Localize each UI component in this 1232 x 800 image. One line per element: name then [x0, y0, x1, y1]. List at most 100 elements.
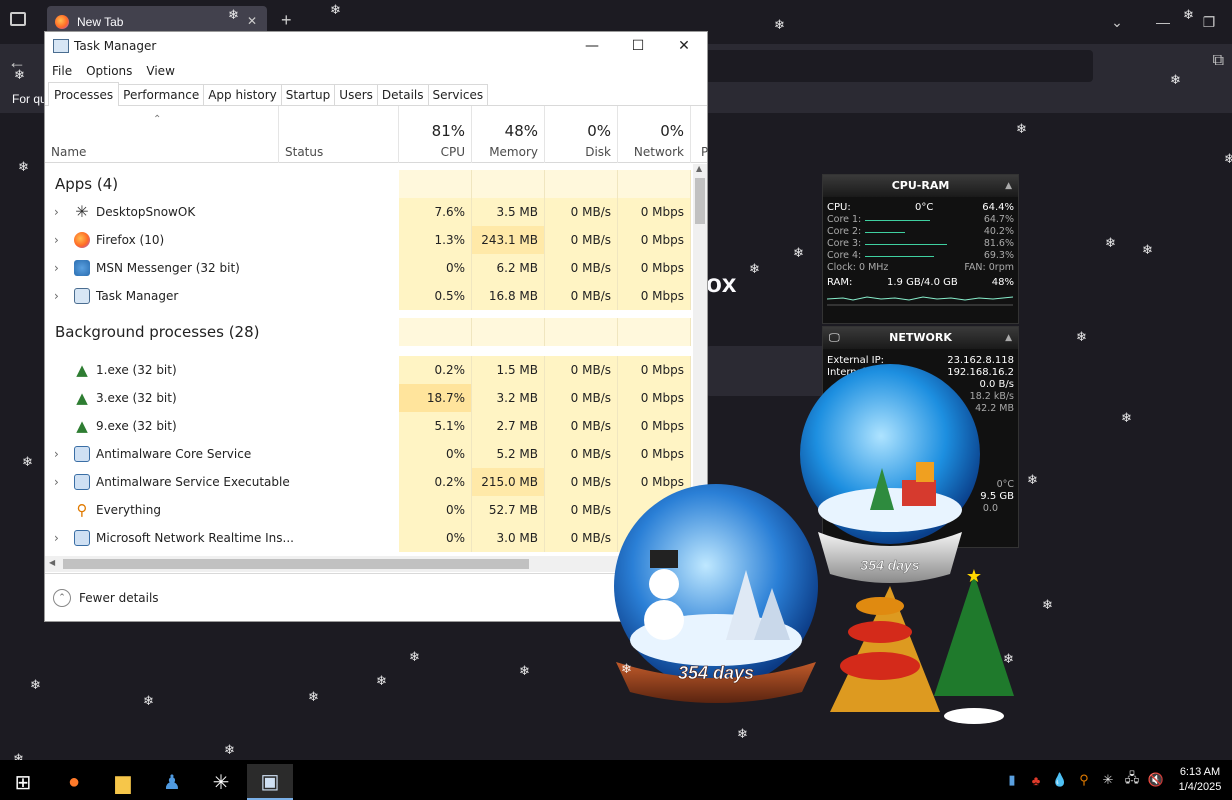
tab-details[interactable]: Details — [376, 84, 429, 105]
ram-value: 1.9 GB/4.0 GB — [887, 277, 958, 288]
process-row[interactable]: 0.2% 215.0 MB 0 MB/s 0 Mbps › Antimalware Ser… — [45, 468, 693, 496]
column-memory[interactable]: 48% Memory — [472, 106, 545, 163]
collapse-icon[interactable]: ▲ — [1005, 175, 1012, 197]
column-network[interactable]: 0% Network — [618, 106, 691, 163]
tray-santa-icon[interactable]: ♣ — [1024, 773, 1048, 788]
firefox-icon — [74, 232, 90, 248]
process-disk-cell: 0 MB/s — [545, 226, 618, 254]
extensions-icon[interactable]: ⧉ — [1213, 52, 1224, 70]
process-mem-cell: 3.0 MB — [472, 524, 545, 552]
tab-services[interactable]: Services — [427, 84, 489, 105]
tray-app-icon[interactable]: ▮ — [1000, 772, 1024, 788]
process-cpu-cell: 0% — [399, 496, 472, 524]
bookmarks-text[interactable]: For qu — [12, 92, 47, 106]
file-explorer-icon[interactable]: ▆ — [100, 764, 146, 800]
menu-view[interactable]: View — [146, 64, 174, 78]
tab-list-icon[interactable] — [10, 12, 26, 26]
minimize-button[interactable]: — — [569, 32, 615, 60]
tray-drop-icon[interactable]: 💧 — [1048, 772, 1072, 788]
column-power[interactable]: P — [691, 106, 709, 163]
task-manager-icon[interactable]: ▣ — [247, 764, 293, 800]
service-window-icon — [74, 474, 90, 490]
core-usage-bar — [865, 244, 947, 245]
process-row[interactable]: 18.7% 3.2 MB 0 MB/s 0 Mbps ▲ 3.exe (32 bit) — [45, 384, 693, 412]
ram-graph — [826, 296, 1014, 306]
snowflake-icon[interactable]: ✳ — [198, 764, 244, 800]
menu-options[interactable]: Options — [86, 64, 132, 78]
snowflake-icon: ❄ — [236, 583, 247, 598]
expand-chevron-icon[interactable]: › — [54, 254, 59, 282]
snowflake-icon: ❄ — [409, 649, 420, 664]
chevron-down-icon[interactable]: ⌄ — [1094, 0, 1140, 44]
process-mem-cell: 52.7 MB — [472, 496, 545, 524]
taskbar-clock[interactable]: 6:13 AM 1/4/2025 — [1168, 765, 1232, 795]
process-mem-cell: 3.2 MB — [472, 384, 545, 412]
christmas-tree-decoration: ★ — [830, 566, 1014, 724]
process-name: 3.exe (32 bit) — [96, 391, 177, 405]
msn-icon[interactable]: ♟ — [149, 764, 195, 800]
ram-row: RAM: 1.9 GB/4.0 GB 48% — [823, 277, 1018, 289]
maximize-button[interactable]: ☐ — [615, 32, 661, 60]
core-label: Core 4: — [827, 250, 862, 261]
process-row[interactable]: 7.6% 3.5 MB 0 MB/s 0 Mbps › ✳ DesktopSnowOK — [45, 198, 693, 226]
process-mem-cell: 1.5 MB — [472, 356, 545, 384]
tab-performance[interactable]: Performance — [118, 84, 205, 105]
scrollbar-thumb[interactable] — [695, 178, 705, 224]
scrollbar-thumb[interactable] — [63, 559, 529, 569]
process-row[interactable]: 0% 5.2 MB 0 MB/s 0 Mbps › Antimalware Core Se… — [45, 440, 693, 468]
scroll-up-icon[interactable]: ▲ — [696, 164, 702, 173]
horizontal-scrollbar[interactable]: ◀ — [45, 556, 693, 572]
process-net-cell: 0 Mbps — [618, 254, 691, 282]
expand-chevron-icon[interactable]: › — [54, 440, 59, 468]
expand-chevron-icon[interactable]: › — [54, 468, 59, 496]
column-cpu[interactable]: 81% CPU — [399, 106, 472, 163]
column-name[interactable]: Name — [45, 106, 279, 163]
volume-muted-icon[interactable]: 🔇 — [1144, 772, 1168, 788]
process-disk-cell: 0 MB/s — [545, 282, 618, 310]
column-status[interactable]: Status — [279, 106, 399, 163]
taskbar: ⊞ ● ▆ ♟ ✳ ▣ ▮ ♣ 💧 ⚲ ✳ 🖧 🔇 6:13 AM 1/4/20… — [0, 760, 1232, 800]
new-tab-button[interactable]: + — [281, 10, 292, 31]
chevron-up-icon[interactable]: ⌃ — [53, 588, 71, 607]
tab-startup[interactable]: Startup — [280, 84, 336, 105]
menu-file[interactable]: File — [52, 64, 72, 78]
fewer-details-link[interactable]: Fewer details — [79, 591, 159, 605]
cpu-temp: 0°C — [915, 202, 934, 213]
menu-bar: File Options View — [45, 60, 707, 82]
expand-chevron-icon[interactable]: › — [54, 524, 59, 552]
process-row[interactable]: 0% 6.2 MB 0 MB/s 0 Mbps › MSN Messenger (32 b… — [45, 254, 693, 282]
magnifier-icon: ⚲ — [76, 501, 88, 519]
expand-chevron-icon[interactable]: › — [54, 226, 59, 254]
tab-app-history[interactable]: App history — [203, 84, 282, 105]
cpu-percent: 81% — [431, 122, 465, 140]
column-disk[interactable]: 0% Disk — [545, 106, 618, 163]
tab-users[interactable]: Users — [334, 84, 378, 105]
expand-chevron-icon[interactable]: › — [54, 198, 59, 226]
process-disk-cell: 0 MB/s — [545, 254, 618, 282]
process-row[interactable]: 0%52.7 MB0 MB/s0⚲Everything — [45, 496, 693, 524]
tray-search-icon[interactable]: ⚲ — [1072, 772, 1096, 788]
windows-start-icon[interactable]: ⊞ — [0, 764, 46, 800]
close-button[interactable]: ✕ — [661, 32, 707, 60]
expand-chevron-icon[interactable]: › — [54, 282, 59, 310]
collapse-icon[interactable]: ▲ — [1005, 327, 1012, 349]
firefox-icon[interactable]: ● — [51, 764, 97, 800]
background-group-header: Background processes (28) — [45, 318, 693, 346]
column-name-label: Name — [51, 145, 87, 159]
star-icon: ★ — [966, 566, 982, 586]
network-icon[interactable]: 🖧 — [1120, 769, 1144, 791]
process-row[interactable]: 0.5% 16.8 MB 0 MB/s 0 Mbps › Task Manager — [45, 282, 693, 310]
process-row[interactable]: 1.3% 243.1 MB 0 MB/s 0 Mbps › Firefox (10) — [45, 226, 693, 254]
clock-fan-row: Clock: 0 MHz FAN: 0rpm — [823, 262, 1018, 274]
tray-snowflake-icon[interactable]: ✳ — [1096, 772, 1120, 788]
process-row[interactable]: 5.1% 2.7 MB 0 MB/s 0 Mbps ▲ 9.exe (32 bit) — [45, 412, 693, 440]
process-cpu-cell: 0% — [399, 440, 472, 468]
process-row[interactable]: 0.2% 1.5 MB 0 MB/s 0 Mbps ▲ 1.exe (32 bit) — [45, 356, 693, 384]
process-row[interactable]: 0% 3.0 MB 0 MB/s › Microsoft Network Realtim… — [45, 524, 693, 552]
tab-processes[interactable]: Processes — [48, 82, 120, 106]
address-bar[interactable] — [700, 50, 1093, 82]
scroll-left-icon[interactable]: ◀ — [49, 558, 55, 567]
close-tab-icon[interactable]: ✕ — [247, 14, 257, 28]
minimize-icon[interactable]: — — [1140, 0, 1186, 44]
fan-speed: FAN: 0rpm — [964, 262, 1014, 273]
